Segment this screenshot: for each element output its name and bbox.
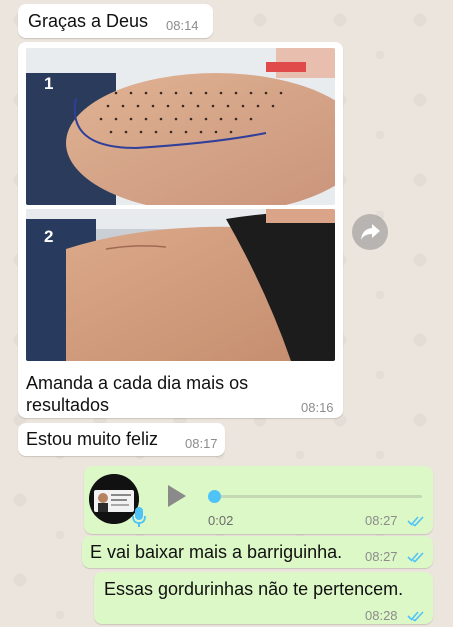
photo-album-bubble[interactable]: 1 2 Amanda a cada dia mais os resultados… [18, 42, 343, 418]
message-time: 08:28 [365, 608, 398, 623]
photo-number-label: 1 [44, 74, 54, 93]
message-text: E vai baixar mais a barriguinha. [90, 542, 343, 562]
message-time: 08:14 [166, 18, 199, 33]
photo-before[interactable]: 1 [26, 48, 335, 205]
voice-message-bubble[interactable]: 0:02 08:27 [84, 466, 433, 534]
double-check-icon [407, 611, 424, 622]
audio-progress-track[interactable] [212, 495, 422, 498]
after-photo-image [26, 209, 335, 361]
message-bubble-outgoing[interactable]: Essas gordurinhas não te pertencem. 08:2… [94, 572, 433, 624]
photo-after[interactable]: 2 [26, 209, 335, 361]
photo-number-label: 2 [44, 227, 54, 246]
before-photo-image [26, 48, 335, 205]
audio-progress-handle[interactable] [208, 490, 221, 503]
double-check-icon [407, 552, 424, 563]
photo-caption-line-1: Amanda a cada dia mais os [26, 373, 249, 393]
message-bubble-incoming[interactable]: Graças a Deus 08:14 [18, 4, 213, 38]
message-text: Essas gordurinhas não te pertencem. [104, 579, 404, 599]
photo-caption-line-2: resultados [26, 395, 110, 415]
message-text: Graças a Deus [28, 11, 149, 31]
double-check-icon [407, 516, 424, 527]
play-icon[interactable] [166, 483, 188, 509]
message-bubble-outgoing[interactable]: E vai baixar mais a barriguinha. 08:27 [82, 536, 433, 568]
message-time: 08:27 [365, 549, 398, 564]
voice-duration: 0:02 [208, 513, 234, 528]
message-bubble-incoming[interactable]: Estou muito feliz 08:17 [18, 423, 225, 456]
forward-arrow-icon [361, 224, 380, 240]
message-time: 08:27 [365, 513, 398, 528]
microphone-icon [132, 507, 146, 527]
message-text: Estou muito feliz [26, 429, 159, 449]
message-time: 08:16 [301, 400, 334, 415]
forward-button[interactable] [352, 214, 388, 250]
message-time: 08:17 [185, 436, 218, 451]
